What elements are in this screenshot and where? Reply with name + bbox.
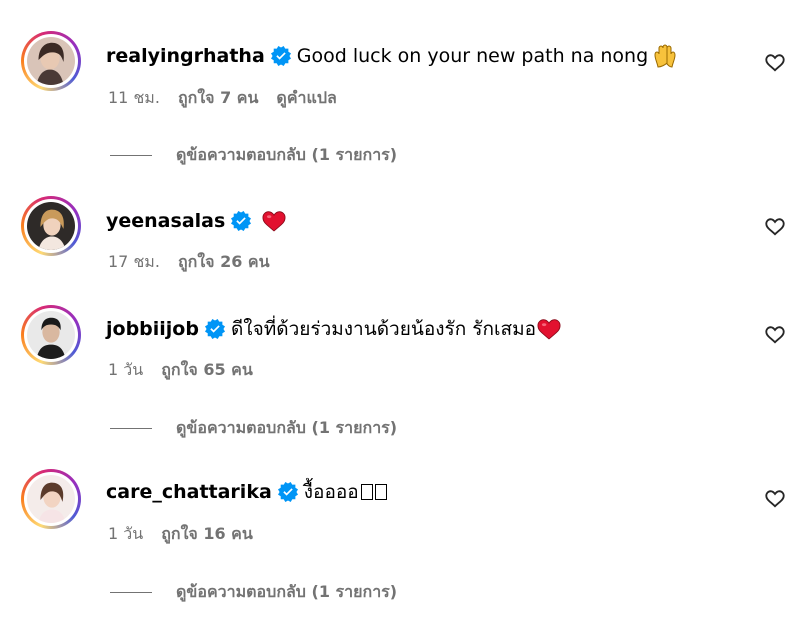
raised-hands-emoji-icon bbox=[652, 43, 678, 69]
verified-badge-icon bbox=[205, 319, 225, 339]
likes-count[interactable]: ถูกใจ 16 คน bbox=[161, 522, 253, 547]
like-heart-icon[interactable] bbox=[764, 488, 786, 510]
likes-count[interactable]: ถูกใจ 26 คน bbox=[178, 250, 270, 275]
comment-time: 1 วัน bbox=[108, 524, 144, 543]
likes-count[interactable]: ถูกใจ 65 คน bbox=[161, 358, 253, 383]
avatar[interactable] bbox=[21, 469, 81, 529]
like-heart-icon[interactable] bbox=[764, 216, 786, 238]
red-heart-emoji-icon bbox=[536, 316, 562, 342]
avatar-photo-icon bbox=[27, 311, 75, 359]
view-replies-button[interactable]: ดูข้อความตอบกลับ (1 รายการ) bbox=[110, 416, 397, 441]
comment-time: 11 ชม. bbox=[108, 88, 160, 107]
view-replies-button[interactable]: ดูข้อความตอบกลับ (1 รายการ) bbox=[110, 143, 397, 168]
avatar-photo-icon bbox=[27, 475, 75, 523]
view-replies-label: ดูข้อความตอบกลับ (1 รายการ) bbox=[176, 418, 398, 437]
likes-count[interactable]: ถูกใจ 7 คน bbox=[178, 86, 258, 111]
replies-divider bbox=[110, 428, 152, 429]
avatar[interactable] bbox=[21, 305, 81, 365]
username[interactable]: realyingrhatha bbox=[106, 44, 265, 68]
view-replies-label: ดูข้อความตอบกลับ (1 รายการ) bbox=[176, 145, 398, 164]
red-heart-emoji-icon bbox=[261, 208, 287, 234]
see-translation-link[interactable]: ดูคำแปล bbox=[276, 86, 336, 111]
verified-badge-icon bbox=[271, 46, 291, 66]
view-replies-label: ดูข้อความตอบกลับ (1 รายการ) bbox=[176, 582, 398, 601]
view-replies-button[interactable]: ดูข้อความตอบกลับ (1 รายการ) bbox=[110, 580, 397, 605]
comment-text: งื้ออออ bbox=[303, 481, 359, 503]
comment-text: ดีใจที่ด้วยร่วมงานด้วยน้องรัก รักเสมอ bbox=[230, 318, 537, 340]
avatar[interactable] bbox=[21, 31, 81, 91]
comment-time: 17 ชม. bbox=[108, 252, 160, 271]
username[interactable]: yeenasalas bbox=[106, 209, 225, 233]
verified-badge-icon bbox=[231, 211, 251, 231]
avatar[interactable] bbox=[21, 196, 81, 256]
like-heart-icon[interactable] bbox=[764, 52, 786, 74]
comment-time: 1 วัน bbox=[108, 360, 144, 379]
replies-divider bbox=[110, 155, 152, 156]
missing-glyph-boxes bbox=[360, 484, 387, 500]
username[interactable]: care_chattarika bbox=[106, 480, 272, 504]
replies-divider bbox=[110, 592, 152, 593]
username[interactable]: jobbiijob bbox=[106, 317, 199, 341]
avatar-photo-icon bbox=[27, 202, 75, 250]
verified-badge-icon bbox=[278, 482, 298, 502]
comment-text: Good luck on your new path na nong bbox=[296, 45, 649, 67]
avatar-photo-icon bbox=[27, 37, 75, 85]
like-heart-icon[interactable] bbox=[764, 324, 786, 346]
